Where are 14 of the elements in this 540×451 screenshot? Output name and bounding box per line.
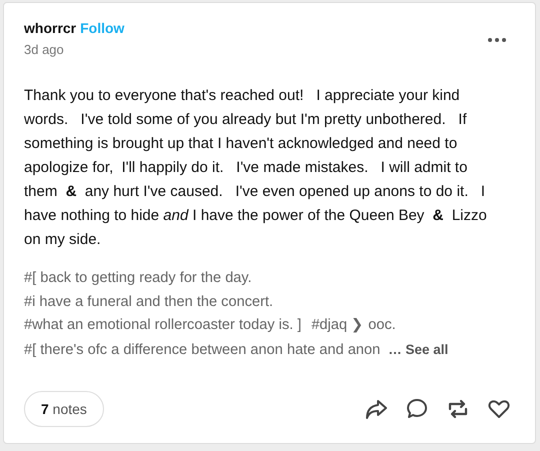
timestamp: 3d ago <box>24 42 65 57</box>
see-all-link[interactable]: … See all <box>388 342 448 356</box>
tag-link[interactable]: #djaq ❯ ooc. <box>311 317 396 333</box>
post-text: Thank you to everyone that's reached out! I appreciate your kind words. I've told some of you already but I'm pretty unbothered. If something is brought up that I haven't acknowledged and need to apologize for, I'll happily do it. I've made mistakes. I will admit to them & any hurt I've caused. I've even opened up anons to do it. I have nothing to hide and I have the power of the Queen Bey & Lizzo on my side. <box>24 86 488 250</box>
share-icon[interactable] <box>364 397 388 421</box>
tag-link[interactable]: #what an emotional rollercoaster today is. ] <box>24 317 302 333</box>
reblog-icon[interactable] <box>446 397 470 421</box>
comment-icon[interactable] <box>405 397 429 421</box>
notes-button[interactable]: 7 notes <box>24 391 104 427</box>
username[interactable]: whorrcr <box>24 20 76 36</box>
tag-link[interactable]: #i have a funeral and then the concert. <box>24 294 274 310</box>
tag-link[interactable]: #[ back to getting ready for the day. <box>24 270 252 286</box>
more-options-icon[interactable] <box>487 37 507 43</box>
tag-link[interactable]: #[ there's ofc a difference between anon hate and anon <box>24 342 380 358</box>
